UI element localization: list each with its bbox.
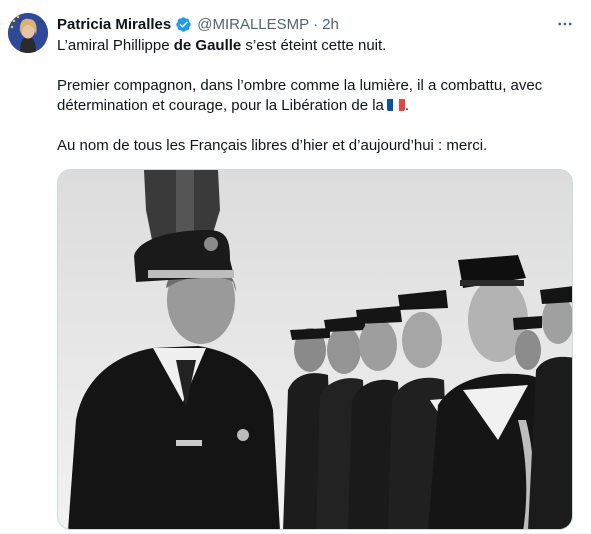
tweet-paragraph-2: Premier compagnon, dans l’ombre comme la… [57, 77, 543, 114]
more-horizontal-icon[interactable] [555, 14, 575, 34]
tweet[interactable]: Patricia Miralles @MIRALLESMP · 2h L’ami… [0, 0, 591, 534]
tweet-line-1: L’amiral Phillippe de Gaulle s’est étein… [57, 36, 577, 56]
author-handle[interactable]: @MIRALLESMP [197, 16, 309, 33]
france-flag-icon [386, 98, 405, 111]
timestamp[interactable]: 2h [322, 16, 339, 33]
tweet-text: L’amiral Phillippe de Gaulle s’est étein… [57, 36, 577, 156]
verified-badge-icon [175, 16, 192, 33]
tweet-paragraph-3: Au nom de tous les Français libres d’hie… [57, 137, 488, 154]
text-segment: s’est éteint cette nuit. [241, 37, 387, 54]
bold-name: de Gaulle [173, 37, 242, 54]
tweet-photo[interactable] [57, 169, 573, 530]
text-segment: L’amiral Phillippe [57, 37, 174, 54]
photo-image [58, 170, 572, 529]
tweet-header: Patricia Miralles @MIRALLESMP · 2h [57, 14, 571, 34]
separator-dot: · [313, 15, 319, 33]
text-segment: Premier compagnon, dans l’ombre comme la… [57, 77, 543, 114]
avatar-image [8, 13, 48, 53]
avatar[interactable] [8, 13, 48, 53]
author-name[interactable]: Patricia Miralles [57, 16, 171, 33]
